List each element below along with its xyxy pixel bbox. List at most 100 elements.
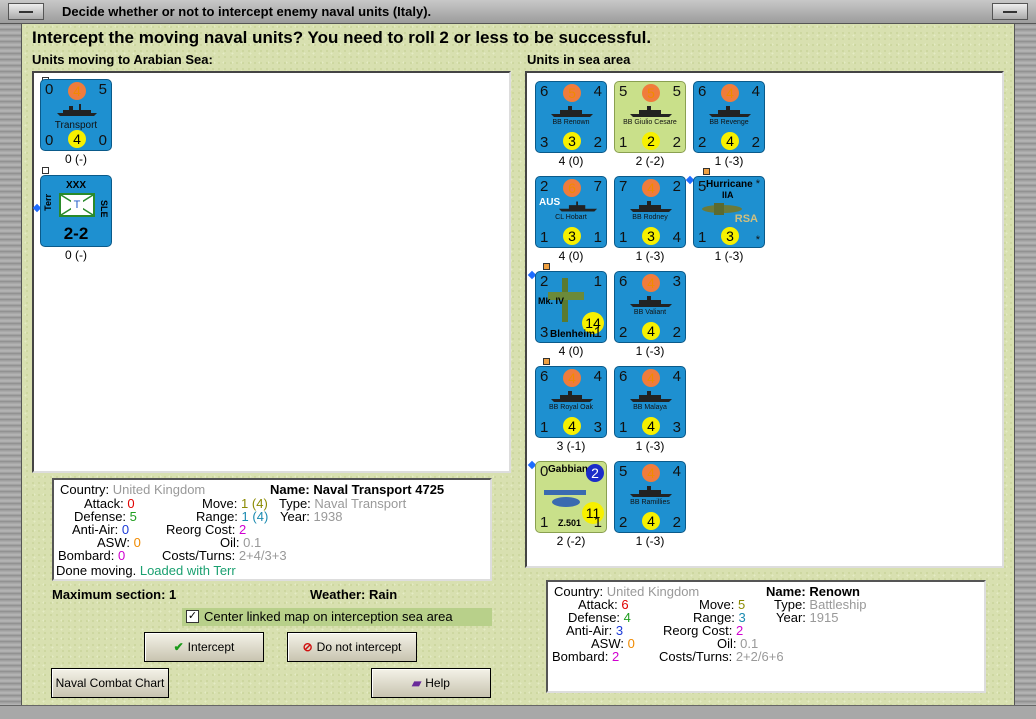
unit-counter[interactable]: 6 4 3 BB Valiant 2 4 2	[614, 271, 686, 343]
counter-bottom-left: 1	[540, 229, 549, 246]
unit-counter[interactable]: 5 5 5 BB Giulio Cesare 1 2 2	[614, 81, 686, 153]
defense-value: 4	[623, 610, 631, 625]
unit-subname: IIA	[722, 190, 734, 200]
unit-counter[interactable]: 2 1 Mk. IV 14 3 Blenheim 1	[535, 271, 607, 343]
unit-blenheim[interactable]: 2 1 Mk. IV 14 3 Blenheim 1 4 (0)	[527, 263, 607, 371]
attack-circle: 5	[563, 84, 581, 102]
unit-bb-rodney[interactable]: 7 4 2 BB Rodney 1 3 4 1 (-3)	[614, 176, 686, 276]
ship-silhouette-icon	[630, 486, 672, 497]
defense-circle: 4	[642, 417, 660, 435]
status-text: Done moving.	[56, 563, 137, 578]
unit-counter[interactable]: 0 4 5 Transport 0 4 0	[40, 79, 112, 151]
do-not-intercept-button-label: Do not intercept	[316, 640, 402, 654]
unit-label: 4 (0)	[558, 249, 584, 263]
unit-bb-malaya[interactable]: 6 4 4 BB Malaya 1 4 3 1 (-3)	[614, 366, 686, 466]
unit-bb-royal-oak[interactable]: 6 4 4 BB Royal Oak 1 4 3 3 (-1)	[535, 358, 607, 466]
defense-circle: 3	[563, 132, 581, 150]
defense-circle: 3	[563, 227, 581, 245]
unit-counter[interactable]: 6 4 4 BB Revenge 2 4 2	[693, 81, 765, 153]
counter-top-right: *	[755, 178, 760, 190]
naval-combat-chart-button[interactable]: Naval Combat Chart	[51, 668, 169, 698]
corps-strength: 2-2	[63, 224, 89, 243]
center-map-checkbox[interactable]: ✓	[186, 610, 199, 623]
counter-bottom-right: 4	[672, 229, 681, 246]
counter-top-left: 7	[619, 178, 628, 195]
defense-circle: 4	[68, 130, 86, 148]
unit-bb-valiant[interactable]: 6 4 3 BB Valiant 2 4 2 1 (-3)	[614, 271, 686, 371]
counter-top-right: 4	[672, 368, 681, 385]
counter-bottom-left: 3	[540, 324, 549, 341]
unit-counter[interactable]: 5 Hurricane * IIA RSA 1 3 *	[693, 176, 765, 248]
counter-top-left: 6	[698, 83, 707, 100]
unit-terr-corps[interactable]: XXX Terr SLE T 2-2 0 (-)	[32, 167, 112, 275]
counter-bottom-right: *	[755, 234, 760, 246]
counter-top-left: 6	[540, 368, 549, 385]
unit-flag-icon	[543, 358, 550, 365]
year-row: Year: 1915	[776, 610, 838, 625]
counter-bottom-left: 1	[619, 419, 628, 436]
counter-bottom-right: 2	[672, 514, 681, 531]
costs-row: Costs/Turns: 2+4/3+3	[162, 548, 287, 563]
unit-hurricane[interactable]: 5 Hurricane * IIA RSA 1 3 * 1 (-3)	[685, 168, 765, 276]
corps-symbol-box: T	[59, 193, 95, 217]
unit-counter[interactable]: 6 4 4 BB Royal Oak 1 4 3	[535, 366, 607, 438]
unit-counter[interactable]: 6 4 4 BB Malaya 1 4 3	[614, 366, 686, 438]
unit-bb-revenge[interactable]: 6 4 4 BB Revenge 2 4 2 1 (-3)	[693, 81, 765, 181]
unit-counter[interactable]: XXX Terr SLE T 2-2	[40, 175, 112, 247]
counter-bottom-right: 2	[751, 134, 760, 151]
counter-top-right: 5	[672, 83, 681, 100]
checkmark-icon: ✔	[173, 640, 184, 654]
counter-top-right: 4	[751, 83, 760, 100]
unit-bb-giulio-cesare[interactable]: 5 5 5 BB Giulio Cesare 1 2 2 2 (-2)	[614, 81, 686, 181]
defense-circle: 4	[721, 132, 739, 150]
defense-circle: 3	[642, 227, 660, 245]
close-button[interactable]	[992, 3, 1028, 20]
ship-silhouette-icon	[630, 296, 672, 307]
unit-name: CL Hobart	[555, 214, 587, 221]
counter-bottom-right: 3	[672, 419, 681, 436]
bombard-row: Bombard: 0	[58, 548, 125, 563]
help-button[interactable]: ▰ Help	[371, 668, 491, 698]
attack-circle: 4	[642, 179, 660, 197]
do-not-intercept-button[interactable]: ⊘ Do not intercept	[287, 632, 417, 662]
unit-flag-icon	[42, 167, 49, 174]
unit-label: 1 (-3)	[635, 344, 665, 358]
unit-counter[interactable]: 6 5 4 BB Renown 3 3 2	[535, 81, 607, 153]
counter-bottom-right: 3	[593, 419, 602, 436]
defense-circle: 4	[642, 512, 660, 530]
unit-gabbiano[interactable]: 0 Gabbiano 2 11 1 Z.501 1 2 (-2)	[527, 460, 607, 561]
headline: Intercept the moving naval units? You ne…	[32, 28, 652, 47]
unit-counter[interactable]: 7 4 2 BB Rodney 1 3 4	[614, 176, 686, 248]
counter-bottom-left: 2	[619, 324, 628, 341]
unit-counter[interactable]: 5 4 4 BB Ramillies 2 4 2	[614, 461, 686, 533]
unit-name: BB Ramillies	[630, 499, 670, 506]
counter-bottom-right: 1	[593, 324, 602, 341]
unit-label: 4 (0)	[558, 344, 584, 358]
year-value: 1915	[809, 610, 839, 625]
country-row: Country: United Kingdom	[60, 482, 205, 497]
unit-cl-hobart[interactable]: 2 6 7 AUS CL Hobart 1 3 1 4 (0)	[535, 176, 607, 276]
bombard-label: Bombard:	[552, 649, 609, 664]
unit-counter[interactable]: 0 Gabbiano 2 11 1 Z.501 1	[535, 461, 607, 533]
seaplane-icon	[544, 490, 586, 507]
corps-side-left: Terr	[43, 194, 53, 211]
unit-bb-renown[interactable]: 6 5 4 BB Renown 3 3 2 4 (0)	[535, 81, 607, 181]
defense-circle: 4	[642, 322, 660, 340]
unit-bb-ramillies[interactable]: 5 4 4 BB Ramillies 2 4 2 1 (-3)	[614, 461, 686, 561]
unit-name: BB Rodney	[632, 214, 668, 221]
attack-circle: 4	[721, 84, 739, 102]
center-map-option[interactable]: ✓ Center linked map on interception sea …	[182, 608, 492, 626]
window-frame-left	[0, 0, 22, 719]
counter-bottom-left: 1	[540, 419, 549, 436]
unit-transport[interactable]: 0 4 5 Transport 0 4 0 0 (-)	[40, 77, 112, 179]
unit-name: Blenheim	[550, 329, 596, 340]
counter-bottom-left: 0	[45, 132, 54, 149]
counter-top-left: 2	[540, 178, 549, 195]
unit-label: 1 (-3)	[635, 439, 665, 453]
window-title: Decide whether or not to intercept enemy…	[62, 4, 432, 19]
minimize-button[interactable]	[8, 3, 44, 20]
unit-flag-icon	[543, 263, 550, 270]
unit-counter[interactable]: 2 6 7 AUS CL Hobart 1 3 1	[535, 176, 607, 248]
costs-label: Costs/Turns:	[162, 548, 236, 563]
intercept-button[interactable]: ✔ Intercept	[144, 632, 264, 662]
